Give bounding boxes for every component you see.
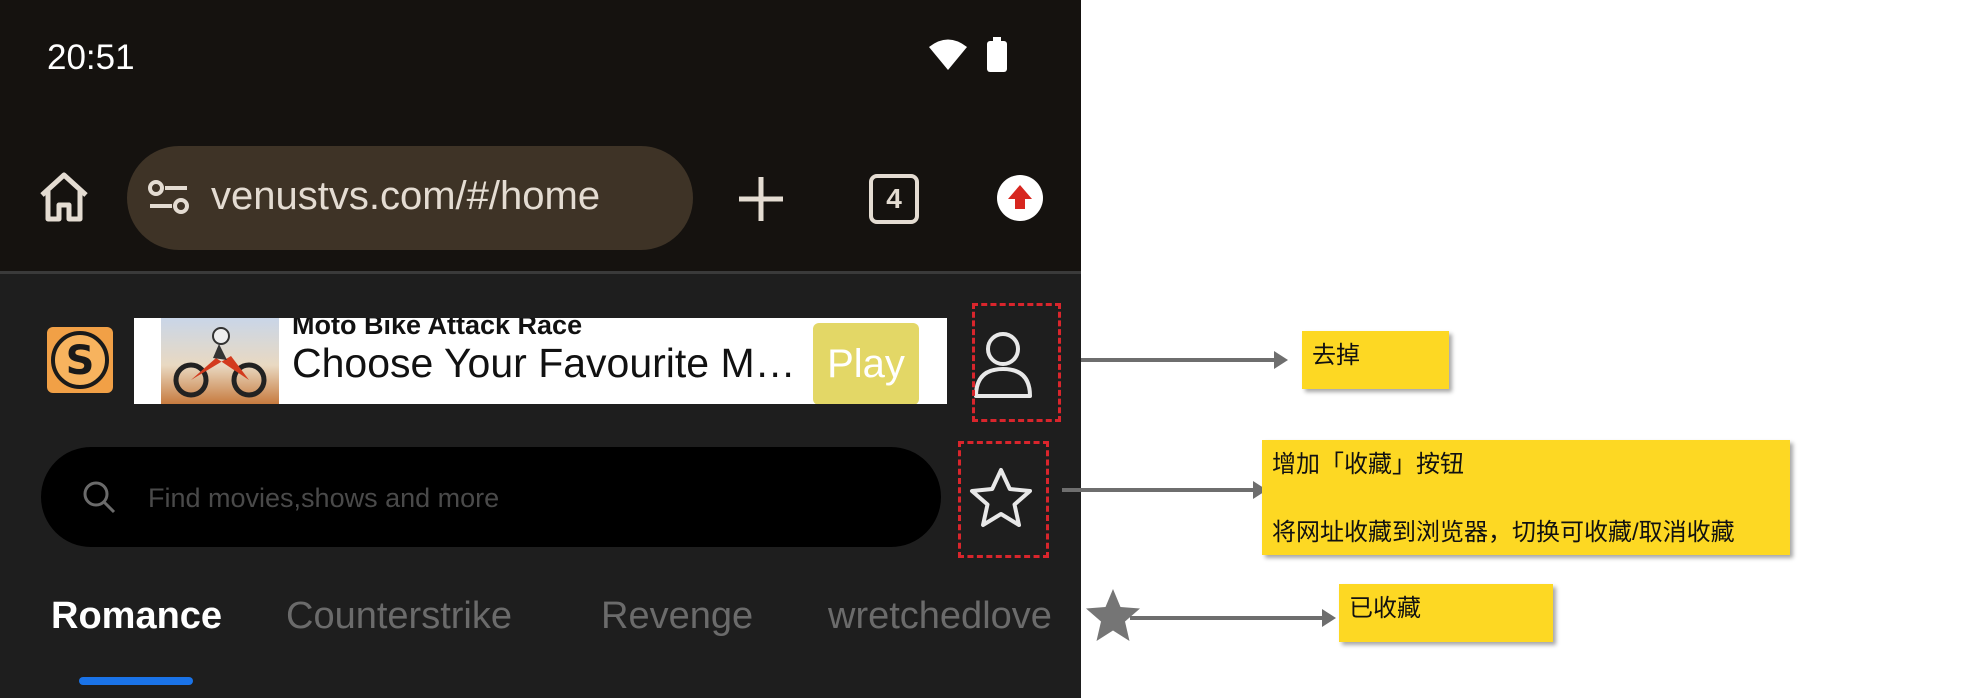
home-icon[interactable] (34, 167, 94, 227)
svg-text:S: S (66, 338, 95, 384)
tab-wretchedlove[interactable]: wretchedlove (828, 595, 1052, 638)
note-add-favorite-title: 增加「收藏」按钮 (1272, 451, 1464, 478)
ad-play-button[interactable]: Play (813, 323, 919, 404)
battery-icon (987, 37, 1007, 72)
ad-banner[interactable]: Moto Bike Attack Race Choose Your Favour… (134, 318, 947, 404)
update-icon[interactable] (997, 175, 1043, 221)
ad-title: Moto Bike Attack Race (292, 318, 583, 340)
search-placeholder[interactable]: Find movies,shows and more (148, 483, 499, 514)
site-logo[interactable]: S (47, 327, 113, 393)
search-icon (83, 481, 116, 514)
search-box[interactable]: Find movies,shows and more (41, 447, 941, 547)
tab-counterstrike[interactable]: Counterstrike (286, 595, 512, 638)
arrow-head-favorited (1322, 609, 1336, 627)
tab-romance[interactable]: Romance (51, 595, 222, 638)
note-favorited-text: 已收藏 (1349, 595, 1421, 622)
note-add-favorite-description: 将网址收藏到浏览器，切换可收藏/取消收藏 (1272, 519, 1735, 546)
tab-revenge[interactable]: Revenge (601, 595, 753, 638)
ad-image (161, 318, 279, 404)
note-favorited: 已收藏 (1339, 584, 1553, 642)
active-tab-indicator (79, 677, 193, 685)
toolbar-divider (0, 271, 1081, 274)
highlight-box-favorite (958, 441, 1049, 558)
arrow-head-remove (1274, 351, 1288, 369)
tab-switcher-button[interactable]: 4 (869, 174, 919, 224)
ad-headline: Choose Your Favourite Mo… (292, 340, 807, 386)
status-time: 20:51 (47, 38, 135, 77)
plus-icon[interactable] (733, 171, 789, 227)
category-tabs: Romance Counterstrike Revenge wretchedlo… (0, 595, 1081, 655)
note-add-favorite: 增加「收藏」按钮 将网址收藏到浏览器，切换可收藏/取消收藏 (1262, 440, 1790, 555)
note-remove-text: 去掉 (1312, 342, 1360, 369)
highlight-box-user (972, 303, 1061, 422)
arrow-line-remove (1081, 358, 1276, 362)
wifi-icon (929, 39, 967, 70)
url-text[interactable]: venustvs.com/#/home (211, 174, 600, 219)
phone-screen: 20:51 venustvs.com/#/home 4 S Moto Bike … (0, 0, 1081, 698)
browser-chrome: 20:51 venustvs.com/#/home 4 (0, 0, 1081, 271)
arrow-line-favorited (1130, 616, 1324, 620)
status-icons (928, 37, 1008, 73)
address-bar[interactable]: venustvs.com/#/home (127, 146, 693, 250)
arrow-line-add-favorite (1062, 488, 1255, 492)
note-remove: 去掉 (1302, 331, 1449, 389)
site-settings-icon[interactable] (147, 178, 191, 218)
